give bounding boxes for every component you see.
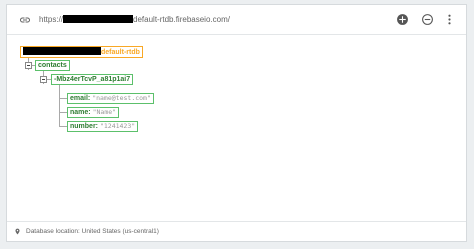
redacted-project-id — [23, 47, 101, 55]
field-key: name: — [70, 109, 91, 116]
field-key: email: — [70, 95, 91, 102]
field-value[interactable]: "Name" — [93, 108, 116, 116]
database-url[interactable]: https:// default-rtdb.firebaseio.com/ — [39, 14, 230, 26]
node-contacts[interactable]: contacts — [35, 60, 70, 71]
field-key: number: — [70, 123, 98, 130]
database-panel: https:// default-rtdb.firebaseio.com/ def… — [6, 4, 467, 242]
redacted-project-id — [63, 15, 134, 23]
node-key: contacts — [38, 62, 67, 69]
url-prefix: https:// — [39, 15, 64, 24]
url-suffix: default-rtdb.firebaseio.com/ — [133, 15, 230, 24]
root-node[interactable]: default-rtdb — [20, 46, 143, 58]
collapse-toggle[interactable] — [25, 62, 32, 69]
link-icon[interactable] — [17, 14, 33, 26]
field-email[interactable]: email: "name@test.com" — [67, 93, 154, 104]
remove-circle-icon[interactable] — [421, 13, 434, 26]
more-vert-icon[interactable] — [443, 13, 456, 26]
panel-footer: Database location: United States (us-cen… — [7, 221, 466, 241]
tree-connector — [59, 126, 67, 127]
location-pin-icon — [15, 228, 20, 235]
field-number[interactable]: number: "1241423" — [67, 121, 139, 132]
node-key: -Mbz4erTcvP_a81p1ai7 — [54, 76, 131, 83]
collapse-toggle[interactable] — [40, 76, 47, 83]
database-location-text: Database location: United States (us-cen… — [26, 228, 159, 235]
tree-connector — [59, 85, 60, 127]
node-entry[interactable]: -Mbz4erTcvP_a81p1ai7 — [51, 74, 134, 85]
field-name[interactable]: name: "Name" — [67, 107, 120, 118]
data-tree: default-rtdb contacts -Mbz4erTcvP_a81p1a… — [7, 36, 466, 221]
panel-header: https:// default-rtdb.firebaseio.com/ — [7, 5, 466, 35]
tree-connector — [59, 112, 67, 113]
tree-connector — [59, 98, 67, 99]
field-value[interactable]: "name@test.com" — [92, 94, 151, 102]
add-circle-icon[interactable] — [396, 13, 409, 26]
field-value[interactable]: "1241423" — [100, 122, 135, 130]
root-node-label: default-rtdb — [101, 49, 140, 56]
